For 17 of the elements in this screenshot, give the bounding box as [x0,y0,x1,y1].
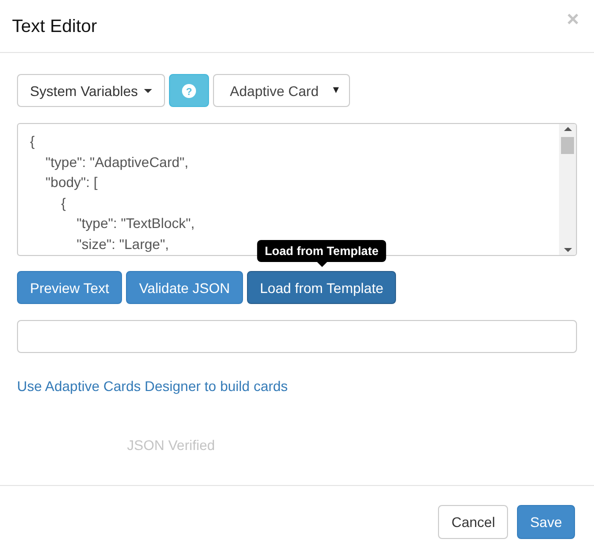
designer-link[interactable]: Use Adaptive Cards Designer to build cards [17,378,288,394]
system-variables-dropdown[interactable]: System Variables [17,74,165,107]
action-button[interactable]: Preview Text [17,271,122,304]
dialog-title: Text Editor [12,16,98,36]
input-field[interactable] [17,320,577,353]
caret-icon [144,88,152,92]
scrollbar[interactable] [559,124,576,255]
caret-icon: ▼ [331,85,341,96]
action-button[interactable]: Validate JSON [126,271,243,304]
tooltip: Load from Template [256,240,387,267]
format-select[interactable]: Adaptive Card ▼ [212,74,350,107]
cancel-button[interactable]: Cancel [438,505,508,539]
status-message: JSON Verified [127,437,216,453]
action-button[interactable]: Load from Template [246,271,396,304]
code-text: { "type": "AdaptiveCard", "body": [ { "type": "TextBlock", "size": "Large", [29,132,196,254]
help-icon: ? [182,84,196,98]
save-button[interactable]: Save [517,505,575,539]
